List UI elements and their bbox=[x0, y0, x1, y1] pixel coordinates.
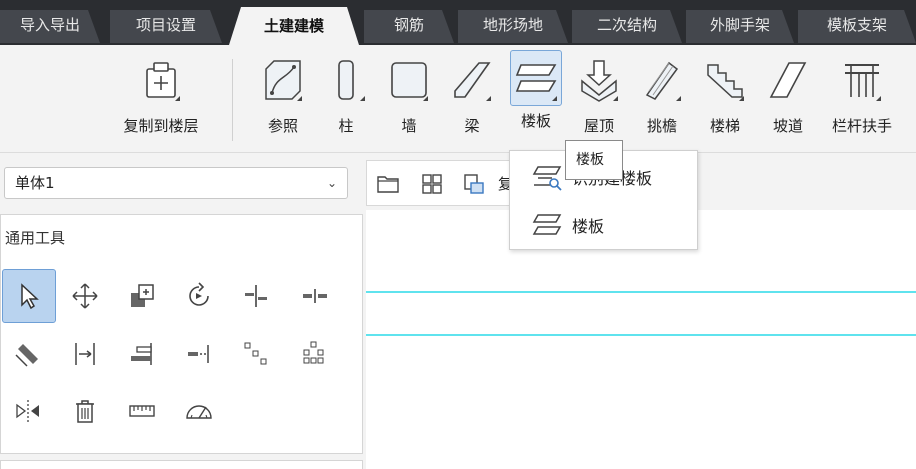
distribute-tool[interactable] bbox=[236, 334, 276, 374]
beam-icon bbox=[449, 55, 495, 105]
wall-button[interactable]: 墙 bbox=[386, 55, 432, 136]
ramp-icon bbox=[765, 55, 811, 105]
layer-copy-icon[interactable] bbox=[461, 171, 487, 197]
trash-icon bbox=[76, 400, 94, 423]
copy-tool[interactable] bbox=[122, 276, 162, 316]
stretch-icon bbox=[188, 345, 209, 363]
tab-project-settings[interactable]: 项目设置 bbox=[110, 10, 222, 43]
eave-icon bbox=[639, 55, 685, 105]
slab-button[interactable]: 楼板 bbox=[510, 50, 562, 131]
column-icon bbox=[323, 55, 369, 105]
chevron-down-icon: ⌄ bbox=[326, 176, 337, 190]
roof-button[interactable]: 屋顶 bbox=[576, 55, 622, 136]
roof-icon bbox=[576, 55, 622, 105]
rotate-tool[interactable] bbox=[179, 276, 219, 316]
tab-civil-modeling[interactable]: 土建建模 bbox=[229, 7, 359, 45]
select-tool[interactable] bbox=[2, 269, 56, 323]
view-toolbar: 复 bbox=[366, 160, 513, 206]
delete-tool[interactable] bbox=[65, 391, 105, 431]
grid-view-icon[interactable] bbox=[419, 171, 445, 197]
rotate-icon bbox=[189, 282, 209, 306]
railing-button[interactable]: 栏杆扶手 bbox=[826, 55, 898, 136]
stretch-tool[interactable] bbox=[179, 334, 219, 374]
tab-secondary-structure[interactable]: 二次结构 bbox=[572, 10, 682, 43]
trim-icon bbox=[245, 285, 267, 307]
folder-icon[interactable] bbox=[375, 171, 401, 197]
tab-scaffold[interactable]: 外脚手架 bbox=[686, 10, 794, 43]
copy-to-floor-icon bbox=[138, 55, 184, 105]
ribbon-separator bbox=[232, 59, 233, 141]
trim-tool[interactable] bbox=[236, 276, 276, 316]
align-icon bbox=[131, 343, 152, 365]
protractor-icon bbox=[186, 405, 212, 419]
tab-terrain-site[interactable]: 地形场地 bbox=[458, 10, 568, 43]
mirror-icon bbox=[16, 400, 39, 422]
move-tool[interactable] bbox=[65, 276, 105, 316]
copy-to-floor-button[interactable]: 复制到楼层 bbox=[115, 55, 207, 136]
offset-icon bbox=[15, 344, 38, 367]
copy-icon bbox=[131, 284, 154, 307]
ribbon-tab-bar: 导入导出 项目设置 土建建模 钢筋 地形场地 二次结构 外脚手架 模板支架 bbox=[0, 0, 916, 45]
offset-tool[interactable] bbox=[8, 334, 48, 374]
ribbon-panel: 复制到楼层 参照 柱 墙 梁 楼板 屋顶 挑檐 楼梯 坡道 栏杆扶手 bbox=[0, 45, 916, 153]
break-icon bbox=[303, 289, 327, 303]
break-tool[interactable] bbox=[295, 276, 335, 316]
railing-icon bbox=[839, 55, 885, 105]
beam-button[interactable]: 梁 bbox=[449, 55, 495, 136]
array-tool[interactable] bbox=[295, 334, 335, 374]
eave-button[interactable]: 挑檐 bbox=[639, 55, 685, 136]
lower-panel bbox=[0, 460, 363, 469]
cursor-icon bbox=[21, 283, 39, 310]
distribute-icon bbox=[244, 342, 267, 365]
extend-tool[interactable] bbox=[65, 334, 105, 374]
column-button[interactable]: 柱 bbox=[323, 55, 369, 136]
tooltip: 楼板 bbox=[565, 140, 623, 180]
slab-icon bbox=[510, 50, 562, 106]
tab-rebar[interactable]: 钢筋 bbox=[364, 10, 454, 43]
grid-line bbox=[366, 291, 916, 293]
reference-icon bbox=[260, 55, 306, 105]
angle-measure-tool[interactable] bbox=[179, 391, 219, 431]
array-icon bbox=[303, 341, 324, 364]
ramp-button[interactable]: 坡道 bbox=[765, 55, 811, 136]
unit-select[interactable]: 单体1 ⌄ bbox=[4, 167, 348, 199]
move-icon bbox=[72, 283, 98, 309]
menu-item-slab[interactable]: 楼板 bbox=[510, 201, 697, 247]
stair-icon bbox=[702, 55, 748, 105]
extend-icon bbox=[75, 343, 95, 365]
wall-icon bbox=[386, 55, 432, 105]
reference-button[interactable]: 参照 bbox=[260, 55, 306, 136]
slab-icon bbox=[532, 214, 562, 235]
tab-formwork-support[interactable]: 模板支架 bbox=[798, 10, 916, 43]
mirror-tool[interactable] bbox=[8, 391, 48, 431]
panel-title: 通用工具 bbox=[5, 229, 66, 247]
ruler-icon bbox=[129, 405, 155, 417]
tab-import-export[interactable]: 导入导出 bbox=[0, 10, 100, 43]
app-window: 导入导出 项目设置 土建建模 钢筋 地形场地 二次结构 外脚手架 模板支架 复制… bbox=[0, 0, 916, 469]
grid-line bbox=[366, 334, 916, 336]
stair-button[interactable]: 楼梯 bbox=[702, 55, 748, 136]
align-tool[interactable] bbox=[122, 334, 162, 374]
measure-tool[interactable] bbox=[122, 391, 162, 431]
identify-slab-icon bbox=[532, 166, 562, 191]
general-tools-panel: 通用工具 bbox=[0, 214, 363, 454]
